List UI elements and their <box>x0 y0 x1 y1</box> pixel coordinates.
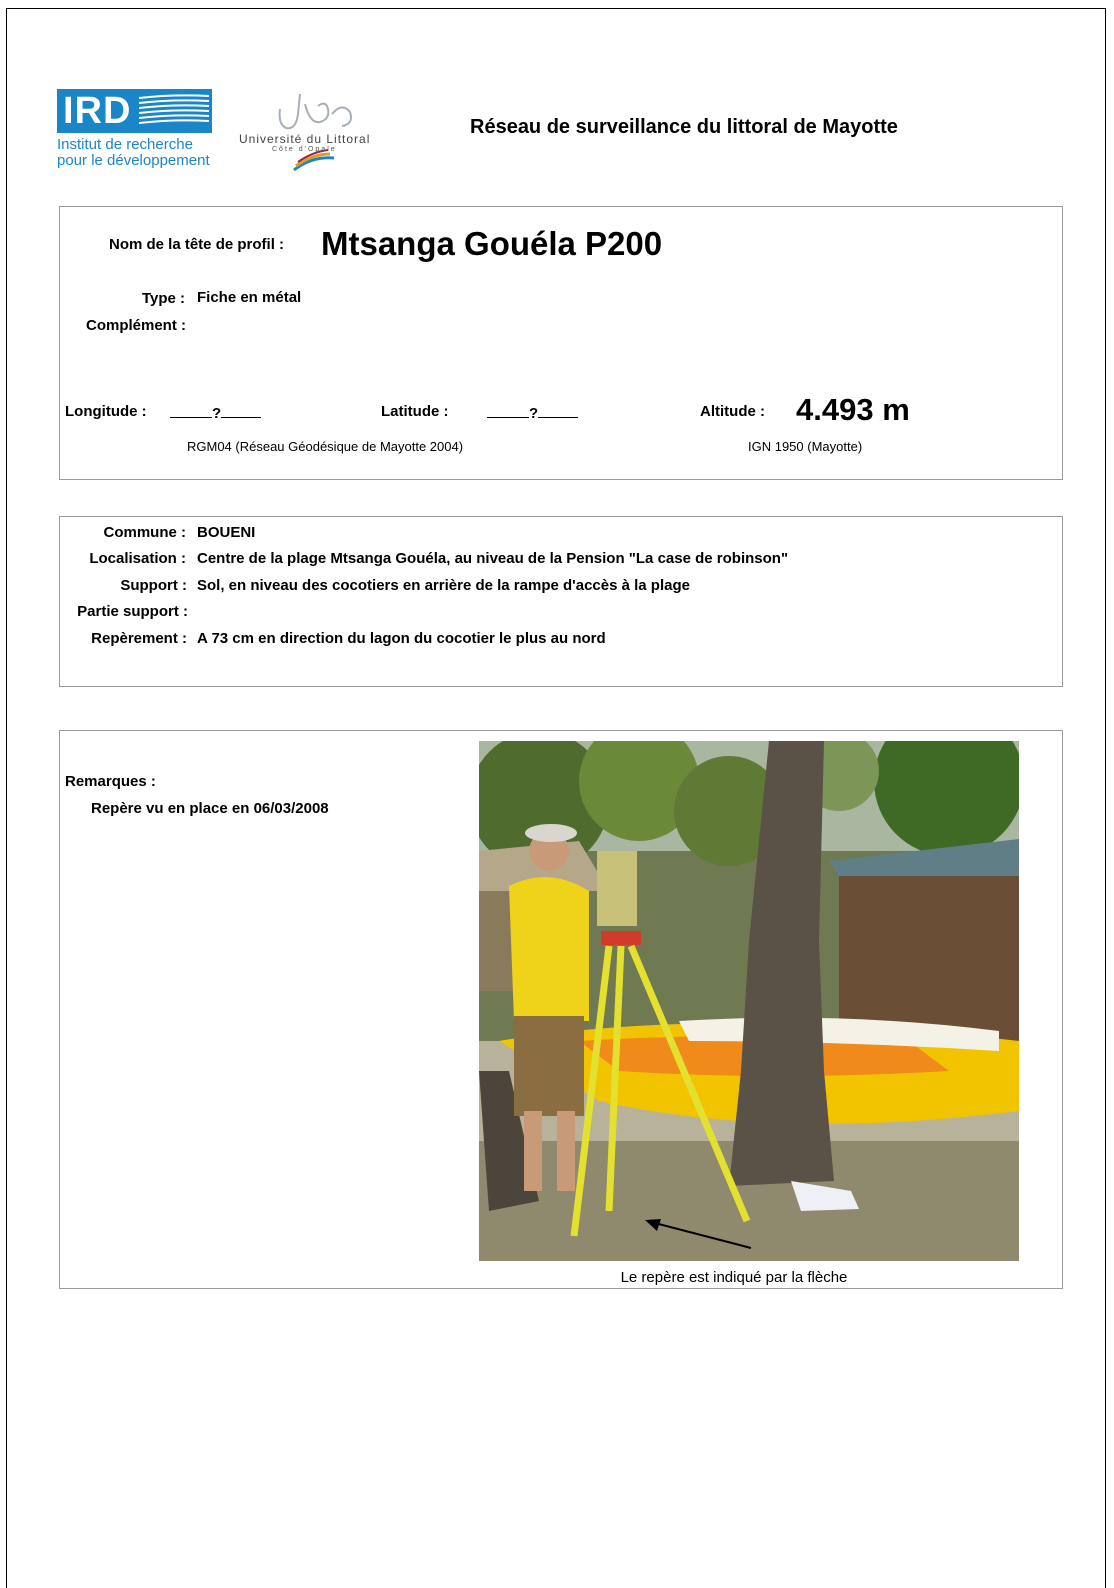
site-photo <box>479 741 1019 1261</box>
complement-label: Complément : <box>85 317 186 334</box>
latitude-blank-right <box>538 403 579 418</box>
localisation-value: Centre de la plage Mtsanga Gouéla, au ni… <box>197 550 789 567</box>
altitude-label: Altitude : <box>700 403 765 420</box>
location-box <box>59 516 1063 687</box>
type-value: Fiche en métal <box>197 289 302 306</box>
ird-subtitle-line2: pour le développement <box>57 152 210 169</box>
localisation-label: Localisation : <box>89 550 186 567</box>
reperement-value: A 73 cm en direction du lagon du cocotie… <box>197 630 606 647</box>
support-value: Sol, en niveau des cocotiers en arrière … <box>197 577 690 594</box>
commune-label: Commune : <box>103 524 187 541</box>
latitude-label: Latitude : <box>381 403 449 420</box>
longitude-blank-right <box>221 403 262 418</box>
longitude-label: Longitude : <box>65 403 147 420</box>
latitude-field: ? <box>487 403 579 422</box>
remarks-text: Repère vu en place en 06/03/2008 <box>91 800 329 817</box>
ird-logo: IRD <box>57 89 212 133</box>
longitude-value: ? <box>212 405 222 422</box>
latitude-blank-left <box>487 403 529 418</box>
ulco-subtitle: Côte d'Opale <box>272 146 337 153</box>
longitude-field: ? <box>170 403 262 422</box>
ird-subtitle-line1: Institut de recherche <box>57 136 193 153</box>
remarks-label: Remarques : <box>65 773 156 790</box>
type-label: Type : <box>141 290 185 307</box>
ulco-name: Université du Littoral <box>239 132 371 146</box>
ird-subtitle: Institut de recherche pour le développem… <box>57 137 210 169</box>
photo-caption: Le repère est indiqué par la flèche <box>620 1269 848 1286</box>
profile-name-label: Nom de la tête de profil : <box>109 236 285 253</box>
support-label: Support : <box>120 577 187 594</box>
altitude-value: 4.493 m <box>796 392 910 427</box>
commune-value: BOUENI <box>197 524 256 541</box>
reperement-label: Repèrement : <box>91 630 187 647</box>
altitude-system: IGN 1950 (Mayotte) <box>748 439 863 454</box>
longitude-blank-left <box>170 403 212 418</box>
profile-name-value: Mtsanga Gouéla P200 <box>321 225 663 262</box>
latitude-value: ? <box>529 405 539 422</box>
ird-wave-lines-icon <box>139 94 209 124</box>
ird-logo-letters: IRD <box>63 90 132 132</box>
partie-support-label: Partie support : <box>77 603 188 620</box>
document-title: Réseau de surveillance du littoral de Ma… <box>470 116 898 138</box>
coordinate-system: RGM04 (Réseau Géodésique de Mayotte 2004… <box>187 439 464 454</box>
